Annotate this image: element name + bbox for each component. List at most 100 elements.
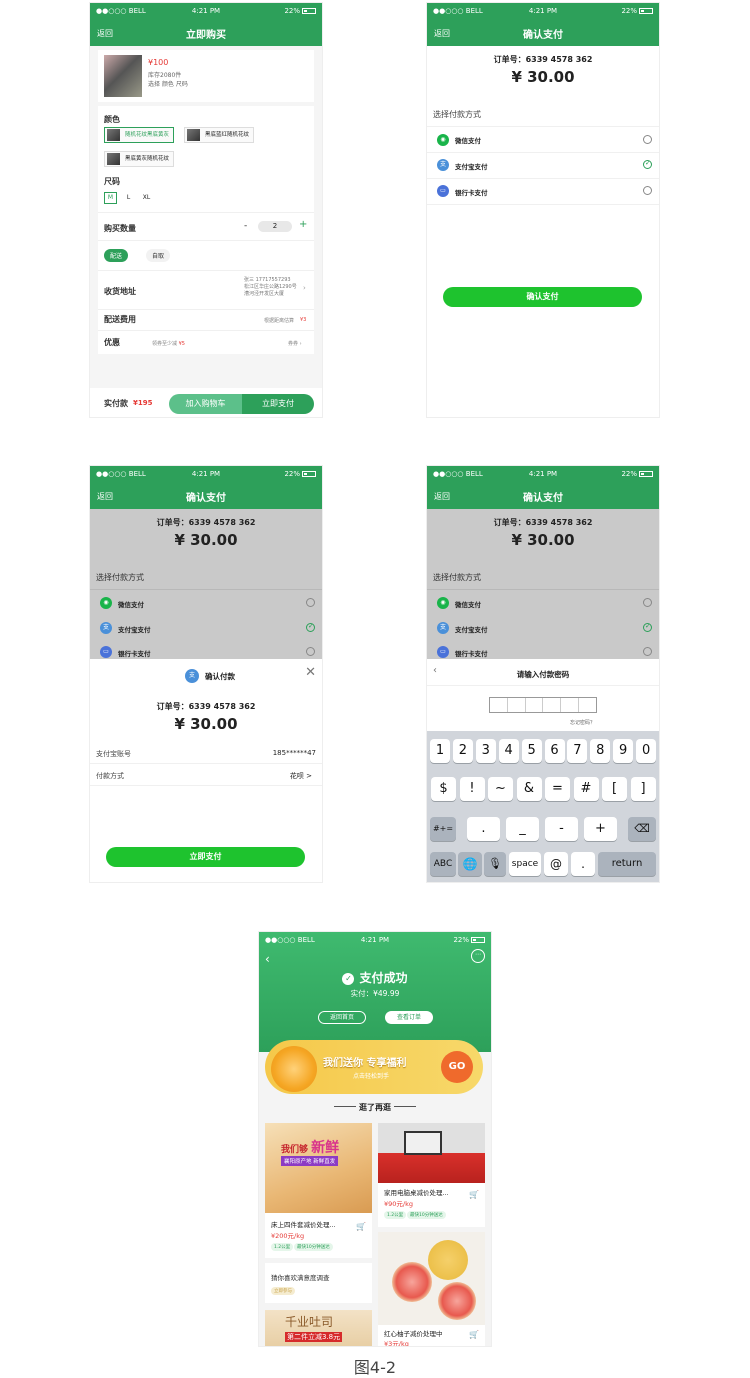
key-0[interactable]: 0 xyxy=(636,739,657,763)
key-dot[interactable]: . xyxy=(571,852,595,876)
confirm-payment-button[interactable]: 确认支付 xyxy=(443,287,642,307)
backspace-icon[interactable]: ⌫ xyxy=(628,817,656,841)
radio-button[interactable] xyxy=(306,598,315,607)
product-card[interactable]: 千业吐司 第二件立减3.8元 xyxy=(265,1310,372,1346)
product-price: ¥200元/kg xyxy=(271,1232,305,1240)
size-option[interactable]: XL xyxy=(140,192,153,204)
key-space[interactable]: space xyxy=(509,852,541,876)
quantity-plus-button[interactable]: + xyxy=(299,219,307,230)
divider xyxy=(98,309,314,310)
key-symbol[interactable]: ] xyxy=(630,777,656,801)
key-return[interactable]: return xyxy=(598,852,656,876)
method-alipay[interactable]: 支付宝支付 xyxy=(118,624,151,634)
key-at[interactable]: @ xyxy=(544,852,568,876)
radio-button-selected[interactable] xyxy=(306,622,315,632)
view-order-button[interactable]: 查看订单 xyxy=(385,1011,433,1024)
microphone-icon[interactable]: 🎙 xyxy=(484,852,506,876)
key-symbols[interactable]: #+= xyxy=(430,817,456,841)
chevron-left-icon[interactable]: ‹ xyxy=(265,952,270,966)
buy-now-button[interactable]: 立即支付 xyxy=(242,394,314,414)
method-alipay[interactable]: 支付宝支付 xyxy=(455,624,488,634)
add-to-cart-button[interactable]: 加入购物车 xyxy=(169,394,242,414)
battery-icon xyxy=(302,471,316,477)
cart-icon[interactable]: 🛒 xyxy=(469,1190,479,1199)
size-option[interactable]: M xyxy=(104,192,117,204)
radio-button[interactable] xyxy=(643,135,652,144)
method-wechat[interactable]: ◉ 微信支付 xyxy=(427,127,659,152)
color-option[interactable]: 随机花纹黑底黄灰 xyxy=(104,127,174,143)
address-block[interactable]: 张三 17717557293 松江区华庄公路1290号 漕河泾开发区大厦 xyxy=(244,277,297,298)
radio-button-selected[interactable] xyxy=(643,159,652,169)
key-minus[interactable]: - xyxy=(545,817,578,841)
discount-coupon[interactable]: 券券 › xyxy=(288,340,302,347)
key-symbol[interactable]: ! xyxy=(459,777,485,801)
status-bar: ●●○○○ BELL 4:21 PM 22% xyxy=(427,3,659,20)
color-option[interactable]: 黑底黄灰随机花纹 xyxy=(104,151,174,167)
key-7[interactable]: 7 xyxy=(567,739,588,763)
key-symbol[interactable]: ~ xyxy=(488,777,513,801)
wechat-icon: ◉ xyxy=(100,597,112,609)
key-9[interactable]: 9 xyxy=(613,739,634,763)
globe-icon[interactable]: 🌐 xyxy=(458,852,482,876)
key-underscore[interactable]: _ xyxy=(506,817,539,841)
key-5[interactable]: 5 xyxy=(521,739,542,763)
survey-card[interactable]: 猜你喜欢满意度调查 立即参与 xyxy=(265,1263,372,1303)
key-symbol[interactable]: = xyxy=(545,777,570,801)
key-plus[interactable]: + xyxy=(584,817,617,841)
radio-button[interactable] xyxy=(643,647,652,656)
product-choose: 选择 颜色 尺码 xyxy=(148,81,188,88)
size-option[interactable]: L xyxy=(122,192,135,204)
cart-icon[interactable]: 🛒 xyxy=(469,1330,479,1339)
more-icon[interactable]: ⋯ xyxy=(471,949,485,963)
key-symbol[interactable]: [ xyxy=(602,777,627,801)
pay-now-button[interactable]: 立即支付 xyxy=(106,847,305,867)
forgot-password-link[interactable]: 忘记密码？ xyxy=(570,719,595,726)
key-abc[interactable]: ABC xyxy=(430,852,456,876)
quantity-minus-button[interactable]: - xyxy=(244,221,247,231)
product-card[interactable]: 家用电脑桌减价处理... ¥90元/kg 1.2公里 最快10分钟送达 🛒 xyxy=(378,1123,485,1227)
back-home-button[interactable]: 返回首页 xyxy=(318,1011,366,1024)
sheet-amount: ¥ 30.00 xyxy=(174,715,238,733)
key-2[interactable]: 2 xyxy=(452,739,473,763)
key-1[interactable]: 1 xyxy=(430,739,450,763)
battery: 22% xyxy=(621,470,653,478)
method-wechat[interactable]: 微信支付 xyxy=(455,599,481,609)
key-symbol[interactable]: & xyxy=(516,777,542,801)
quantity-value[interactable]: 2 xyxy=(258,221,292,232)
radio-button[interactable] xyxy=(643,186,652,195)
method-alipay[interactable]: 支 支付宝支付 xyxy=(427,153,659,178)
radio-button[interactable] xyxy=(306,647,315,656)
key-symbol[interactable]: # xyxy=(573,777,599,801)
key-4[interactable]: 4 xyxy=(498,739,519,763)
password-input[interactable] xyxy=(489,697,597,713)
radio-button[interactable] xyxy=(643,598,652,607)
key-period[interactable]: . xyxy=(467,817,500,841)
grapefruit-image xyxy=(438,1282,476,1320)
delivery-option[interactable]: 配送 xyxy=(104,249,129,262)
options-card: 颜色 随机花纹黑底黄灰 黑底蓝红随机花纹 黑底黄灰随机花纹 尺码 M L XL … xyxy=(98,106,314,354)
method-value[interactable]: 花呗 > xyxy=(290,771,312,781)
color-option[interactable]: 黑底蓝红随机花纹 xyxy=(184,127,254,143)
total-label: 实付款 xyxy=(104,399,128,408)
key-symbol[interactable]: $ xyxy=(431,777,456,801)
method-bankcard[interactable]: 银行卡支付 xyxy=(118,648,151,658)
method-bankcard[interactable]: ▭ 银行卡支付 xyxy=(427,179,659,204)
method-bankcard[interactable]: 银行卡支付 xyxy=(455,648,488,658)
key-3[interactable]: 3 xyxy=(475,739,496,763)
key-6[interactable]: 6 xyxy=(544,739,565,763)
distance-tag: 1.2公里 xyxy=(271,1243,294,1251)
radio-button-selected[interactable] xyxy=(643,622,652,632)
pickup-option[interactable]: 自取 xyxy=(146,249,171,262)
key-8[interactable]: 8 xyxy=(590,739,611,763)
survey-tag[interactable]: 立即参与 xyxy=(271,1287,295,1295)
product-card[interactable]: 我们够 新鲜 襄阳原产地 新鲜直发 床上四件套减价处理... ¥200元/kg … xyxy=(265,1123,372,1258)
product-card[interactable]: 红心柚子减价处理中 ¥3元/kg 🛒 xyxy=(378,1232,485,1346)
method-wechat[interactable]: 微信支付 xyxy=(118,599,144,609)
promo-banner[interactable]: 我们送你 专享福利 点击轻松到手 GO xyxy=(265,1040,483,1094)
go-button[interactable]: GO xyxy=(441,1051,473,1083)
close-icon[interactable]: ✕ xyxy=(305,665,316,680)
dimmed-background: 订单号：6339 4578 362 ¥ 30.00 选择付款方式 ◉ 微信支付 … xyxy=(427,509,659,659)
cart-icon[interactable]: 🛒 xyxy=(356,1222,366,1231)
grapefruit-image xyxy=(392,1262,432,1302)
bank-card-icon: ▭ xyxy=(437,646,449,658)
